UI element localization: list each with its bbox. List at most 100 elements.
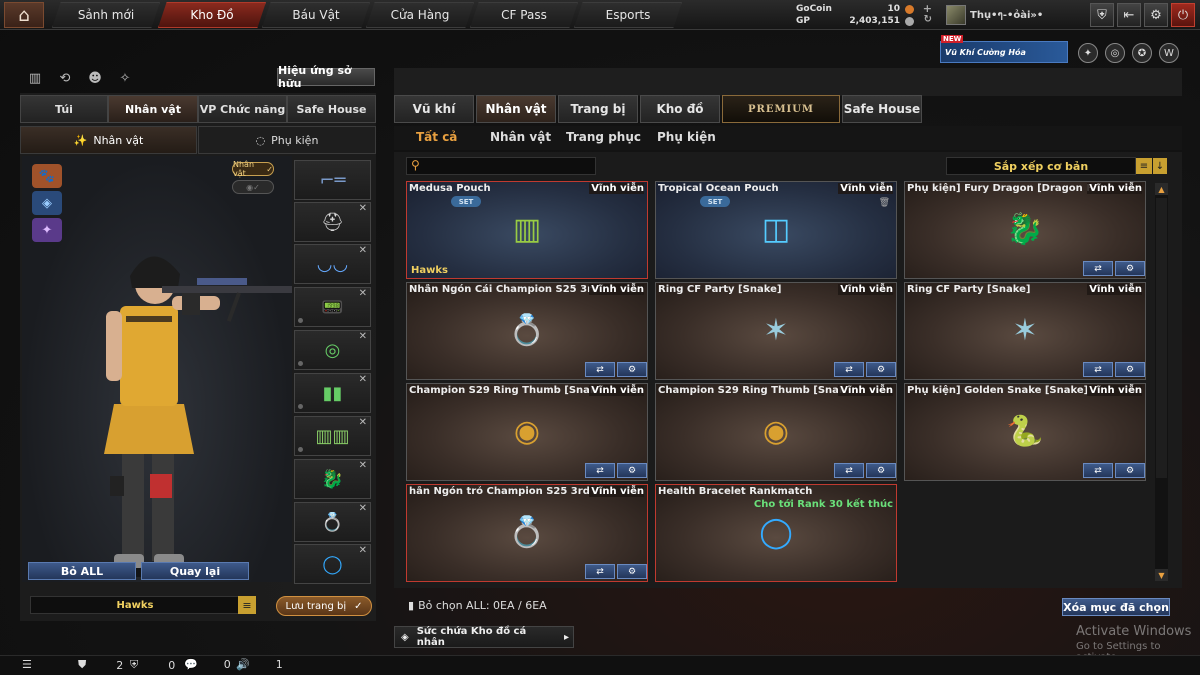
clan-button[interactable]: ⛨ [1090, 3, 1114, 27]
search-input[interactable]: ⚲ [406, 157, 596, 175]
settings-button[interactable]: ⚙ [866, 463, 896, 478]
select-all-toggle[interactable]: ▮ Bỏ chọn ALL: 0EA / 6EA [408, 599, 547, 612]
effect-icon[interactable]: ✧ [114, 68, 136, 88]
transfer-button[interactable]: ⇄ [1083, 362, 1113, 377]
settings-button[interactable]: ⚙ [1115, 463, 1145, 478]
clan-status[interactable]: ⛨ 0 [130, 658, 175, 672]
subtab-character[interactable]: ✨ Nhân vật [20, 126, 197, 154]
chat-status[interactable]: 💬 0 [184, 658, 231, 671]
remove-icon[interactable]: ✕ [359, 417, 367, 428]
item-card[interactable]: Champion S29 Ring Thumb [Snake] Vĩnh viễ… [655, 383, 897, 481]
back-button[interactable]: Quay lại [141, 562, 249, 580]
scrollbar-thumb[interactable] [1156, 198, 1167, 478]
pose-icon[interactable]: ☻ [84, 68, 106, 88]
preset-menu-button[interactable]: ≡ [238, 596, 256, 614]
rotate-icon[interactable]: ⟲ [54, 68, 76, 88]
character-type-icon-3[interactable]: ✦ [32, 218, 62, 242]
character-toggle[interactable]: ◉ ✓ [232, 180, 274, 194]
settings-button[interactable]: ⚙ [1144, 3, 1168, 27]
item-card[interactable]: Tropical Ocean Pouch Vĩnh viễn SET 🗑 ◫ [655, 181, 897, 279]
globe-icon[interactable]: ◎ [1105, 43, 1125, 63]
transfer-button[interactable]: ⇄ [585, 564, 615, 579]
sort-dropdown[interactable]: Sắp xếp cơ bản [946, 157, 1136, 175]
nav-tab-treasure[interactable]: Báu Vật [262, 2, 370, 28]
rtab-safe-house[interactable]: Safe House [842, 95, 922, 123]
remove-icon[interactable]: ✕ [359, 203, 367, 214]
cat-accessory[interactable]: Phụ kiện [657, 130, 716, 144]
transfer-button[interactable]: ⇄ [834, 463, 864, 478]
cat-costume[interactable]: Trang phục [566, 130, 641, 144]
rtab-storage[interactable]: Kho đồ [640, 95, 720, 123]
item-card[interactable]: Ring CF Party [Snake] Vĩnh viễn ✶ ⇄ ⚙ [904, 282, 1146, 380]
rtab-equipment[interactable]: Trang bị [558, 95, 638, 123]
transfer-button[interactable]: ⇄ [1083, 261, 1113, 276]
delete-selected-button[interactable]: Xóa mục đã chọn [1062, 598, 1170, 616]
player-profile[interactable]: Thụ•ๆ-•ỏài»• [946, 3, 1080, 27]
remove-icon[interactable]: ✕ [359, 288, 367, 299]
transfer-button[interactable]: ⇄ [585, 463, 615, 478]
refresh-icon[interactable]: ↻ [924, 14, 932, 25]
settings-button[interactable]: ⚙ [866, 362, 896, 377]
settings-button[interactable]: ⚙ [617, 362, 647, 377]
slot-glasses[interactable]: ◡◡ ✕ [294, 244, 371, 284]
slot-badge[interactable]: ◎ ✕ [294, 330, 371, 370]
rtab-premium[interactable]: PREMIUM [722, 95, 840, 123]
owned-effects-button[interactable]: Hiệu ứng sở hữu [277, 64, 375, 90]
transfer-button[interactable]: ⇄ [585, 362, 615, 377]
audio-status[interactable]: 🔊 1 [236, 658, 283, 671]
slot-weapon[interactable]: ⌐═ [294, 160, 371, 200]
friends-status[interactable]: ⛊ 2 [78, 658, 123, 672]
item-card[interactable]: Ring CF Party [Snake] Vĩnh viễn ✶ ⇄ ⚙ [655, 282, 897, 380]
subtab-accessory[interactable]: ◌ Phụ kiện [198, 126, 376, 154]
settings-button[interactable]: ⚙ [617, 463, 647, 478]
power-button[interactable]: ⏻ [1171, 3, 1195, 27]
nav-tab-inventory[interactable]: Kho Đồ [158, 2, 266, 28]
slot-bracelet[interactable]: ◯ ✕ [294, 544, 371, 584]
tab-character[interactable]: Nhân vật [108, 95, 198, 123]
item-card[interactable]: Nhẫn Ngón Cái Champion S25 3rd [S Vĩnh v… [406, 282, 648, 380]
item-card[interactable]: Health Bracelet Rankmatch Cho tới Rank 3… [655, 484, 897, 582]
settings-button[interactable]: ⚙ [617, 564, 647, 579]
remove-icon[interactable]: ✕ [359, 374, 367, 385]
transfer-button[interactable]: ⇄ [834, 362, 864, 377]
list-icon[interactable]: ☰ [22, 658, 32, 671]
slot-pouch[interactable]: ▥▥ ✕ [294, 416, 371, 456]
rtab-weapon[interactable]: Vũ khí [394, 95, 474, 123]
remove-icon[interactable]: ✕ [359, 245, 367, 256]
character-type-icon-2[interactable]: ◈ [32, 191, 62, 215]
remove-all-button[interactable]: Bỏ ALL [28, 562, 136, 580]
storage-capacity-button[interactable]: ◈ Sức chứa Kho đồ cá nhân ▸ [394, 626, 574, 648]
scroll-up-icon[interactable]: ▲ [1155, 183, 1168, 195]
remove-icon[interactable]: ✕ [359, 460, 367, 471]
remove-icon[interactable]: ✕ [359, 331, 367, 342]
item-card[interactable]: Phụ kiện] Fury Dragon [Dragon Fury Vĩnh … [904, 181, 1146, 279]
settings-button[interactable]: ⚙ [1115, 362, 1145, 377]
character-badge[interactable]: Nhân vật ✓ [232, 160, 274, 178]
nav-tab-cfpass[interactable]: CF Pass [470, 2, 578, 28]
nav-tab-lobby[interactable]: Sảnh mới [52, 2, 160, 28]
nav-tab-esports[interactable]: Esports [574, 2, 682, 28]
settings-button[interactable]: ⚙ [1115, 261, 1145, 276]
character-preview[interactable] [22, 156, 307, 582]
character-type-icon-1[interactable]: 🐾 [32, 164, 62, 188]
rank-badge-icon[interactable]: ✦ [1078, 43, 1098, 63]
sort-order-button[interactable]: ↓ [1153, 158, 1167, 174]
remove-icon[interactable]: ✕ [359, 545, 367, 556]
tab-bag[interactable]: Túi [20, 95, 108, 123]
item-card[interactable]: hẫn Ngón trỏ Champion S25 3rd 31 Vĩnh vi… [406, 484, 648, 582]
promo-banner[interactable]: NEW Vũ Khí Cường Hóa [940, 35, 1068, 63]
item-card[interactable]: Phụ kiện] Golden Snake [Snake] Vĩnh viễn… [904, 383, 1146, 481]
slot-grenade[interactable]: ▮▮ ✕ [294, 373, 371, 413]
rtab-character[interactable]: Nhân vật [476, 95, 556, 123]
cat-all[interactable]: Tất cả [416, 130, 457, 144]
remove-icon[interactable]: ✕ [359, 503, 367, 514]
scroll-down-icon[interactable]: ▼ [1155, 569, 1168, 581]
tab-vp-function[interactable]: VP Chức năng [198, 95, 287, 123]
transfer-button[interactable]: ⇄ [1083, 463, 1113, 478]
wings-icon[interactable]: W [1159, 43, 1179, 63]
stats-icon[interactable]: ▥ [24, 68, 46, 88]
slot-accessory-dragon[interactable]: 🐉 ✕ [294, 459, 371, 499]
nav-tab-shop[interactable]: Cửa Hàng [366, 2, 474, 28]
item-card[interactable]: Medusa Pouch Vĩnh viễn SET ▥ Hawks [406, 181, 648, 279]
slot-radio[interactable]: 📟 ✕ [294, 287, 371, 327]
